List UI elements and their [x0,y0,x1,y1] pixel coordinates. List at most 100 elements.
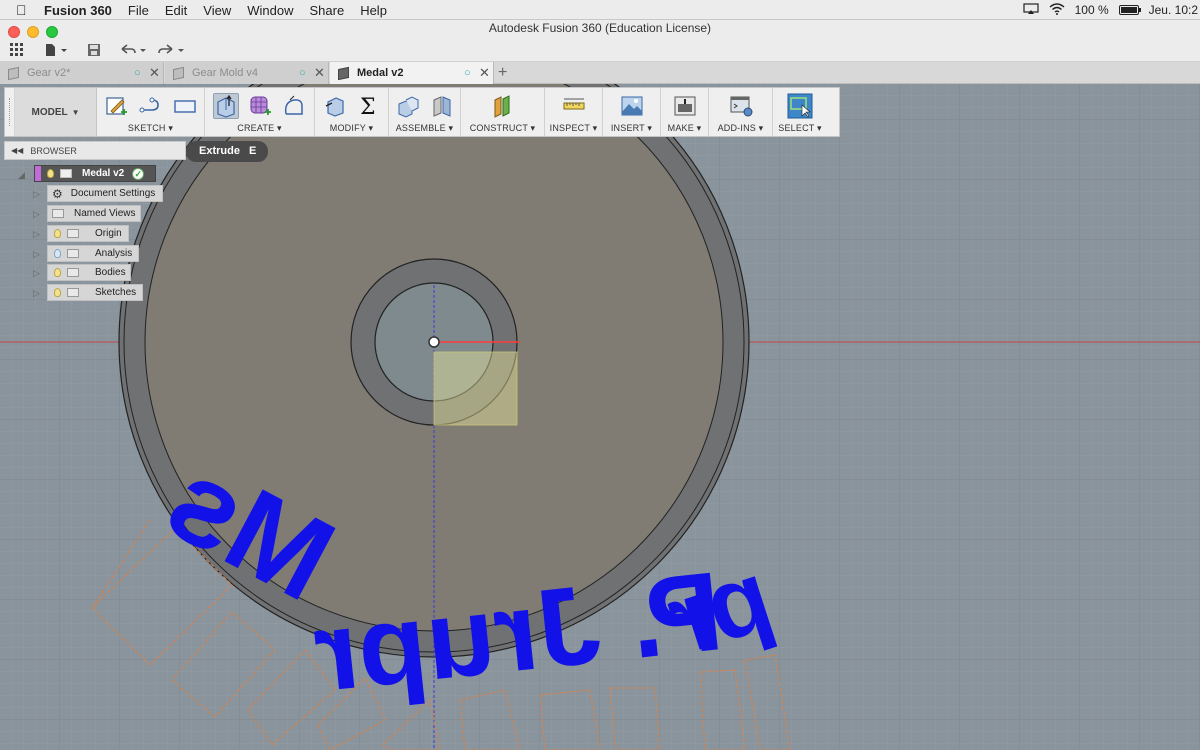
menu-view[interactable]: View [203,3,231,18]
toolbar-group-assemble: ASSEMBLE ▾ [389,88,461,136]
group-label[interactable]: CONSTRUCT [470,123,528,133]
expand-arrow-icon[interactable]: ▷ [33,249,40,260]
insert-image-icon[interactable] [619,93,645,119]
menu-help[interactable]: Help [360,3,387,18]
group-label[interactable]: ADD-INS [718,123,756,133]
menu-file[interactable]: File [128,3,149,18]
folder-icon [52,209,64,218]
wifi-icon[interactable] [1049,2,1065,18]
group-label[interactable]: SKETCH [128,123,166,133]
battery-percent: 100 % [1074,3,1109,17]
save-icon[interactable] [87,41,101,59]
undo-icon[interactable] [119,41,149,59]
browser-item-document-settings[interactable]: ⚙ Document Settings [47,185,163,202]
window-close-icon[interactable] [8,26,20,38]
mac-menubar:  Fusion 360 File Edit View Window Share… [0,0,1200,20]
extrude-tooltip: Extrude E [186,141,268,162]
data-panel-grid-icon[interactable] [10,41,24,59]
expand-arrow-icon[interactable]: ▷ [33,268,40,279]
tab-gear-mold-v4[interactable]: Gear Mold v4 ○ ✕ [165,62,329,84]
expand-arrow-icon[interactable]: ▷ [33,209,40,220]
collapse-browser-icon[interactable]: ◀◀ [11,146,23,155]
sync-status-icon: ○ [134,67,141,79]
press-pull-icon[interactable] [322,93,348,119]
menu-window[interactable]: Window [247,3,293,18]
visibility-bulb-icon[interactable] [54,249,61,258]
browser-item-label: Sketches [95,287,137,298]
apple-logo-icon[interactable]:  [16,2,27,18]
form-tspline-icon[interactable] [247,93,273,119]
group-label[interactable]: MAKE [668,123,694,133]
visibility-bulb-icon[interactable] [54,229,61,238]
quick-access-toolbar [0,38,1200,62]
canvas-drawing[interactable]: Ms P. Jrupr pr [0,84,1200,750]
toolbar-group-inspect: INSPECT ▾ [545,88,603,136]
toolbar-grip-handle[interactable] [5,88,15,136]
browser-header[interactable]: ◀◀ BROWSER [4,141,186,160]
group-label[interactable]: SELECT [778,123,814,133]
group-label[interactable]: MODIFY [330,123,366,133]
offset-plane-icon[interactable] [490,93,516,119]
folder-icon [67,268,79,277]
toolbar-group-add-ins: ADD-INS ▾ [709,88,773,136]
expand-root-icon[interactable]: ◢ [18,170,25,181]
window-select-icon[interactable] [787,93,813,119]
group-label[interactable]: ASSEMBLE [396,123,446,133]
expand-arrow-icon[interactable]: ▷ [33,288,40,299]
workspace-switcher[interactable]: MODEL ▼ [15,88,97,136]
scripts-addins-icon[interactable] [728,93,754,119]
expand-arrow-icon[interactable]: ▷ [33,229,40,240]
battery-icon[interactable] [1118,5,1141,15]
folder-icon [67,249,79,258]
close-tab-icon[interactable]: ✕ [314,65,325,81]
browser-item-origin[interactable]: Origin [47,225,129,242]
menu-app-name[interactable]: Fusion 360 [44,3,112,18]
tab-gear-v2[interactable]: Gear v2* ○ ✕ [0,62,164,84]
rectangle-tool-icon[interactable] [172,93,198,119]
window-zoom-icon[interactable] [46,26,58,38]
visibility-bulb-icon[interactable] [54,288,61,297]
create-sketch-icon[interactable] [104,93,130,119]
tab-medal-v2[interactable]: Medal v2 ○ ✕ [330,62,494,84]
file-menu-icon[interactable] [45,41,69,59]
close-tab-icon[interactable]: ✕ [149,65,160,81]
visibility-bulb-icon[interactable] [47,169,54,178]
menu-edit[interactable]: Edit [165,3,187,18]
line-tool-icon[interactable] [138,93,164,119]
sync-status-icon: ○ [299,67,306,79]
airplay-icon[interactable] [1022,2,1039,18]
measure-icon[interactable] [561,93,587,119]
browser-item-sketches[interactable]: Sketches [47,284,143,301]
active-check-icon[interactable]: ✓ [132,167,145,180]
extrude-icon[interactable] [212,93,239,119]
tab-label: Gear v2* [27,67,71,79]
group-label[interactable]: INSERT [611,123,645,133]
tooltip-label: Extrude [199,145,240,157]
browser-root-medal-v2[interactable]: Medal v2 ✓ [34,165,156,182]
document-tabs: Gear v2* ○ ✕ Gear Mold v4 ○ ✕ Medal v2 ○… [0,62,1200,84]
window-minimize-icon[interactable] [27,26,39,38]
browser-item-bodies[interactable]: Bodies [47,264,131,281]
redo-icon[interactable] [157,41,187,59]
menubar-clock[interactable]: Jeu. 10:2 [1149,3,1198,17]
3d-print-icon[interactable] [672,93,698,119]
group-label[interactable]: CREATE [237,123,274,133]
menu-share[interactable]: Share [309,3,344,18]
component-icon [60,169,72,178]
browser-item-named-views[interactable]: Named Views [47,205,141,222]
origin-point-icon[interactable] [428,336,440,348]
svg-text:Σ: Σ [360,95,376,118]
new-component-icon[interactable] [395,93,421,119]
create-sculpt-icon[interactable] [281,93,307,119]
browser-item-analysis[interactable]: Analysis [47,245,139,262]
component-cube-icon [338,66,349,80]
joint-icon[interactable] [429,93,455,119]
close-tab-icon[interactable]: ✕ [479,65,490,81]
visibility-bulb-icon[interactable] [54,268,61,277]
canvas-viewport[interactable]: Ms P. Jrupr pr [0,84,1200,750]
browser-item-label: Analysis [95,248,133,259]
expand-arrow-icon[interactable]: ▷ [33,189,40,200]
group-label[interactable]: INSPECT [550,123,590,133]
parameters-sigma-icon[interactable]: Σ [356,93,382,119]
new-tab-plus-icon[interactable]: + [498,62,507,84]
